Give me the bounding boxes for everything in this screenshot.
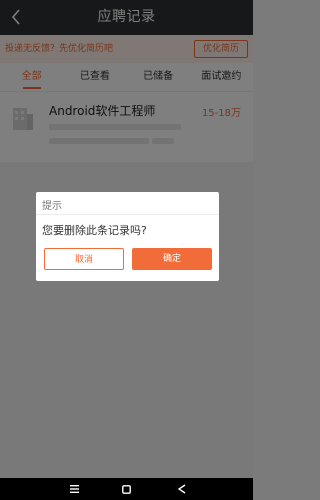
dialog-title: 提示 xyxy=(42,201,62,212)
confirm-button[interactable]: 确定 xyxy=(132,248,212,270)
home-square-icon xyxy=(121,484,131,494)
recent-apps-button[interactable] xyxy=(62,478,86,500)
dialog-divider xyxy=(36,214,219,215)
system-back-button[interactable] xyxy=(170,478,194,500)
system-nav-bar xyxy=(0,478,253,500)
cancel-button[interactable]: 取消 xyxy=(44,248,124,270)
home-button[interactable] xyxy=(114,478,138,500)
back-triangle-icon xyxy=(178,484,186,494)
menu-icon xyxy=(69,485,79,493)
dialog-message: 您要删除此条记录吗? xyxy=(42,224,147,237)
delete-confirm-dialog: 提示 您要删除此条记录吗? 取消 确定 xyxy=(36,192,219,281)
app-screen: 应聘记录 投递无反馈？先优化简历吧 优化简历 全部 已查看 已储备 面试邀约 A… xyxy=(0,0,253,500)
